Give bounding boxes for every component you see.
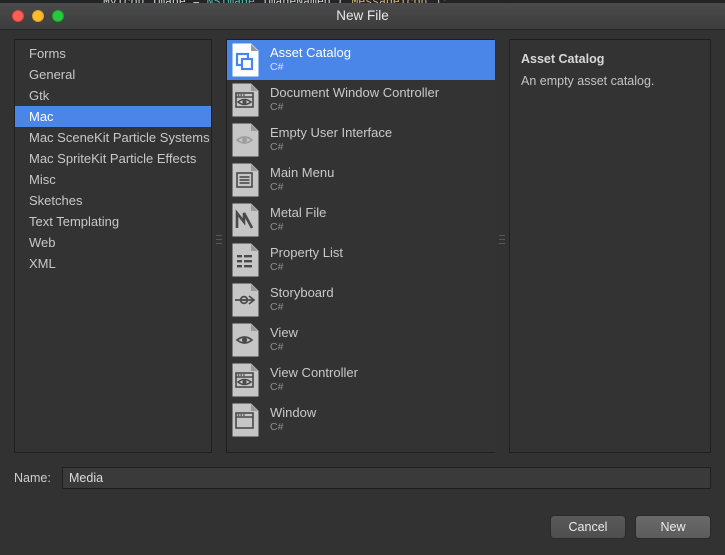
sidebar-item-web[interactable]: Web (15, 232, 211, 253)
template-row[interactable]: Document Window Controller C# (227, 80, 508, 120)
window-icon (231, 403, 261, 437)
view-icon (231, 323, 261, 357)
category-list[interactable]: Forms General Gtk Mac Mac SceneKit Particle … (15, 43, 211, 274)
sidebar-item-label: Web (29, 235, 56, 250)
sidebar-item-label: Mac SpriteKit Particle Effects (29, 151, 197, 166)
view-controller-icon (231, 363, 261, 397)
dialog-titlebar: New File (0, 4, 725, 30)
template-row[interactable]: Empty User Interface C# (227, 120, 508, 160)
main-menu-icon (231, 163, 261, 197)
dialog-footer: Cancel New (550, 515, 711, 539)
asset-catalog-icon (231, 43, 261, 77)
template-language: C# (270, 101, 284, 113)
property-list-icon (231, 243, 261, 277)
name-input[interactable] (62, 467, 711, 489)
template-row[interactable]: Metal File C# (227, 200, 508, 240)
sidebar-item-mac[interactable]: Mac (15, 106, 211, 127)
sidebar-item-gtk[interactable]: Gtk (15, 85, 211, 106)
sidebar-item-label: Gtk (29, 88, 50, 103)
window-title: New File (336, 8, 389, 23)
sidebar-item-forms[interactable]: Forms (15, 43, 211, 64)
template-language: C# (270, 341, 284, 353)
template-language: C# (270, 421, 284, 433)
template-row[interactable]: View Controller C# (227, 360, 508, 400)
cancel-button[interactable]: Cancel (550, 515, 626, 539)
splitter-grip-icon (499, 235, 505, 249)
document-window-controller-icon (231, 83, 261, 117)
new-button[interactable]: New (635, 515, 711, 539)
template-title: View (270, 325, 298, 340)
panes-container: Forms General Gtk Mac Mac SceneKit Particle … (14, 39, 711, 453)
detail-description: An empty asset catalog. (521, 74, 655, 88)
template-row[interactable]: View C# (227, 320, 508, 360)
template-language: C# (270, 141, 284, 153)
template-row[interactable]: Window C# (227, 400, 508, 440)
sidebar-item-misc[interactable]: Misc (15, 169, 211, 190)
sidebar-item-label: Mac SceneKit Particle Systems (29, 130, 210, 145)
category-sidebar: Forms General Gtk Mac Mac SceneKit Particle … (14, 39, 212, 453)
template-list-pane: Asset Catalog C# Document Window Controlle… (226, 39, 509, 453)
template-title: Empty User Interface (270, 125, 393, 140)
template-row[interactable]: Property List C# (227, 240, 508, 280)
template-language: C# (270, 261, 284, 273)
template-title: Storyboard (270, 285, 334, 300)
template-title: Window (270, 405, 317, 420)
sidebar-item-label: General (29, 67, 76, 82)
splitter-grip-icon (216, 235, 222, 249)
name-label: Name: (14, 471, 51, 485)
sidebar-item-sketches[interactable]: Sketches (15, 190, 211, 211)
template-language: C# (270, 221, 284, 233)
template-title: Asset Catalog (270, 45, 351, 60)
template-title: View Controller (270, 365, 358, 380)
template-title: Property List (270, 245, 343, 260)
sidebar-item-mac-spritekit-particle-effects[interactable]: Mac SpriteKit Particle Effects (15, 148, 211, 169)
template-language: C# (270, 181, 284, 193)
template-row[interactable]: Main Menu C# (227, 160, 508, 200)
sidebar-item-label: Mac (29, 109, 54, 124)
name-row: Name: (14, 467, 711, 489)
template-title: Main Menu (270, 165, 335, 180)
sidebar-item-label: Text Templating (29, 214, 120, 229)
template-row[interactable]: Storyboard C# (227, 280, 508, 320)
dialog-body: Forms General Gtk Mac Mac SceneKit Particle … (0, 30, 725, 555)
sidebar-item-label: Misc (29, 172, 56, 187)
metal-file-icon (231, 203, 261, 237)
template-list[interactable]: Asset Catalog C# Document Window Controlle… (227, 40, 508, 452)
splitter-right[interactable] (495, 39, 509, 453)
sidebar-item-text-templating[interactable]: Text Templating (15, 211, 211, 232)
template-title: Metal File (270, 205, 327, 220)
template-language: C# (270, 301, 284, 313)
sidebar-item-xml[interactable]: XML (15, 253, 211, 274)
template-language: C# (270, 61, 284, 73)
storyboard-icon (231, 283, 261, 317)
sidebar-item-label: Sketches (29, 193, 83, 208)
template-language: C# (270, 381, 284, 393)
sidebar-item-label: Forms (29, 46, 66, 61)
new-file-dialog: New File Forms General Gtk Mac Mac SceneKit … (0, 3, 725, 555)
template-row[interactable]: Asset Catalog C# (227, 40, 508, 80)
sidebar-item-general[interactable]: General (15, 64, 211, 85)
sidebar-item-label: XML (29, 256, 56, 271)
template-detail-pane: Asset Catalog An empty asset catalog. (509, 39, 711, 453)
splitter-left[interactable] (212, 39, 226, 453)
empty-user-interface-icon (231, 123, 261, 157)
sidebar-item-mac-scenekit-particle-systems[interactable]: Mac SceneKit Particle Systems (15, 127, 211, 148)
template-title: Document Window Controller (270, 85, 440, 100)
detail-title: Asset Catalog (521, 52, 605, 66)
